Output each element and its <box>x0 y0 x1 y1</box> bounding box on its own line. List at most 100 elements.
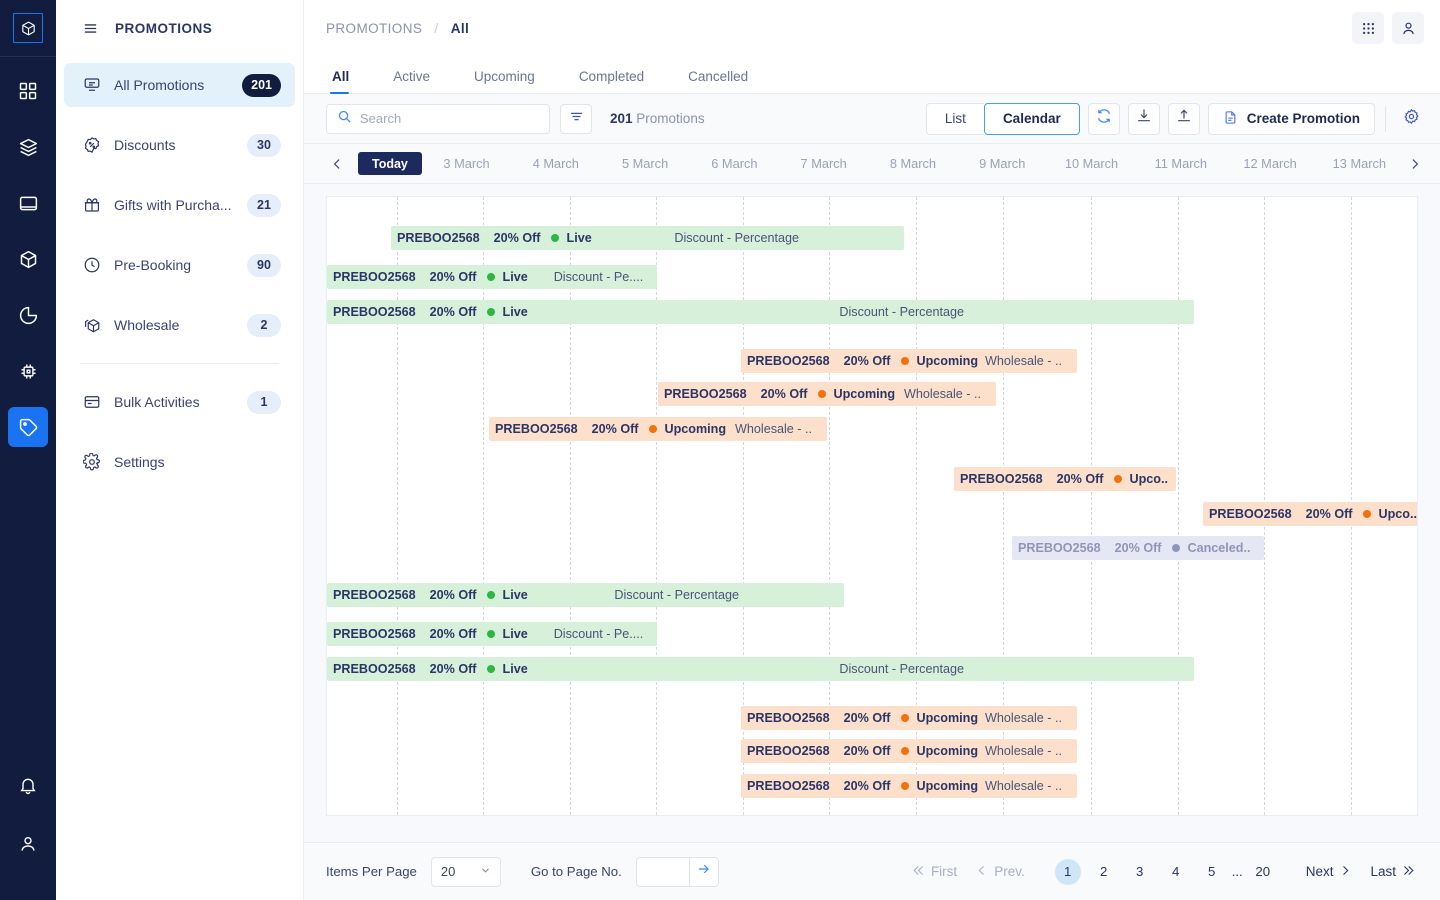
rail-item-catalog[interactable] <box>8 127 48 167</box>
promotion-discount: 20% Off <box>429 270 477 284</box>
sidebar-item-bulk-activities[interactable]: Bulk Activities 1 <box>64 380 295 424</box>
promotion-bar[interactable]: PREBOO2568 20% Off Upcoming Wholesale - .. <box>489 417 827 441</box>
sidebar-item-label: Bulk Activities <box>114 394 200 410</box>
date-cell[interactable]: 10 March <box>1047 156 1136 171</box>
sidebar-item-settings[interactable]: Settings <box>64 440 295 484</box>
app-logo[interactable] <box>0 0 56 57</box>
profile-user-icon[interactable] <box>1392 12 1424 44</box>
promotion-discount: 20% Off <box>429 662 477 676</box>
promotion-bar[interactable]: PREBOO2568 20% Off Upcoming Wholesale - .. <box>741 774 1077 798</box>
promotion-status: Live <box>502 627 528 641</box>
items-per-page-value: 20 <box>440 864 456 879</box>
refresh-button[interactable] <box>1087 102 1120 135</box>
hamburger-icon[interactable] <box>82 20 99 37</box>
calendar-grid[interactable]: PREBOO2568 20% Off Live Discount - Percenta… <box>326 196 1418 816</box>
create-promotion-button[interactable]: Create Promotion <box>1207 102 1375 135</box>
rail-item-promotions[interactable] <box>8 407 48 447</box>
promotion-bar[interactable]: PREBOO2568 20% Off Live Discount - Percenta… <box>327 300 1194 324</box>
rail-item-content[interactable] <box>8 183 48 223</box>
date-cell[interactable]: 12 March <box>1225 156 1314 171</box>
today-button[interactable]: Today <box>358 152 422 175</box>
view-toggle: List Calendar <box>925 102 1080 135</box>
sidebar-item-label: Pre-Booking <box>114 257 192 273</box>
toolbar-settings-button[interactable] <box>1396 104 1426 134</box>
sidebar-item-wholesale[interactable]: Wholesale 2 <box>64 303 295 347</box>
promotion-bar[interactable]: PREBOO2568 20% Off Live Discount - Percenta… <box>327 657 1194 681</box>
status-dot <box>486 630 495 638</box>
filter-icon <box>569 109 584 129</box>
download-button[interactable] <box>1127 102 1160 135</box>
toolbar-actions: List Calendar Create Promotion <box>925 102 1426 135</box>
promotion-bar[interactable]: PREBOO2568 20% Off Live Discount - Percenta… <box>391 226 904 250</box>
tab-cancelled[interactable]: Cancelled <box>666 69 770 93</box>
promotion-discount: 20% Off <box>843 779 891 793</box>
page-first-button[interactable]: First <box>903 864 966 880</box>
page-ellipsis: ... <box>1231 864 1243 879</box>
rail-item-account[interactable] <box>8 824 48 864</box>
date-cell[interactable]: 8 March <box>868 156 957 171</box>
promotion-bar[interactable]: PREBOO2568 20% Off Upcoming Wholesale - .. <box>658 382 996 406</box>
promotion-bar[interactable]: PREBOO2568 20% Off Upcoming Wholesale - .. <box>741 706 1077 730</box>
search-box[interactable] <box>326 103 550 134</box>
page-number-last[interactable]: 20 <box>1250 859 1276 885</box>
page-number[interactable]: 3 <box>1127 859 1153 885</box>
date-cell[interactable]: 6 March <box>690 156 779 171</box>
filter-button[interactable] <box>560 103 592 134</box>
date-cell[interactable]: 11 March <box>1136 156 1225 171</box>
view-calendar-button[interactable]: Calendar <box>983 102 1080 135</box>
page-number[interactable]: 5 <box>1199 859 1225 885</box>
grid-apps-icon[interactable] <box>1352 12 1384 44</box>
goto-page-submit[interactable] <box>688 856 719 887</box>
goto-page-input[interactable] <box>635 856 689 887</box>
create-promotion-label: Create Promotion <box>1246 111 1360 126</box>
sidebar-item-pre-booking[interactable]: Pre-Booking 90 <box>64 243 295 287</box>
tab-completed[interactable]: Completed <box>557 69 666 93</box>
promotion-bar[interactable]: PREBOO2568 20% Off Upcoming Wholesale - .. <box>741 739 1077 763</box>
promotion-status: Live <box>502 588 528 602</box>
date-cell[interactable]: 3 March <box>422 156 511 171</box>
date-cell[interactable]: 7 March <box>779 156 868 171</box>
view-list-button[interactable]: List <box>925 102 984 135</box>
promotion-code: PREBOO2568 <box>664 387 747 401</box>
date-cell[interactable]: 5 March <box>600 156 689 171</box>
date-cell[interactable]: 13 March <box>1315 156 1404 171</box>
sidebar-item-discounts[interactable]: Discounts 30 <box>64 123 295 167</box>
rail-item-automation[interactable] <box>8 351 48 391</box>
promotion-status: Live <box>566 231 592 245</box>
page-prev-button[interactable]: Prev. <box>966 864 1034 880</box>
date-cell[interactable]: 9 March <box>958 156 1047 171</box>
promotion-bar[interactable]: PREBOO2568 20% Off Canceled.. <box>1012 536 1264 560</box>
search-input[interactable] <box>360 111 539 126</box>
rail-item-inventory[interactable] <box>8 239 48 279</box>
page-last-button[interactable]: Last <box>1361 864 1424 880</box>
chevron-left-icon[interactable] <box>326 150 348 178</box>
page-next-button[interactable]: Next <box>1297 864 1362 880</box>
status-dot <box>550 234 559 242</box>
rail-item-analytics[interactable] <box>8 295 48 335</box>
status-dot <box>817 390 826 398</box>
sidebar-item-count: 90 <box>247 253 281 277</box>
sidebar-item-all-promotions[interactable]: All Promotions 201 <box>64 63 295 107</box>
promotion-bar[interactable]: PREBOO2568 20% Off Upcoming Wholesale - .. <box>741 349 1077 373</box>
sidebar-item-gifts-with-purchase[interactable]: Gifts with Purcha... 21 <box>64 183 295 227</box>
rail-item-dashboard[interactable] <box>8 71 48 111</box>
tab-upcoming[interactable]: Upcoming <box>452 69 557 93</box>
promotion-bar[interactable]: PREBOO2568 20% Off Live Discount - Pe.... <box>327 622 657 646</box>
tab-active[interactable]: Active <box>371 69 452 93</box>
promotion-bar[interactable]: PREBOO2568 20% Off Live Discount - Percenta… <box>327 583 844 607</box>
page-number[interactable]: 1 <box>1054 858 1081 885</box>
promotion-discount: 20% Off <box>843 744 891 758</box>
tab-all[interactable]: All <box>326 69 371 94</box>
upload-button[interactable] <box>1167 102 1200 135</box>
chevron-right-icon[interactable] <box>1404 150 1426 178</box>
page-number[interactable]: 4 <box>1163 859 1189 885</box>
promotion-bar[interactable]: PREBOO2568 20% Off Upco.. <box>954 467 1176 491</box>
page-number[interactable]: 2 <box>1091 859 1117 885</box>
date-cell[interactable]: 4 March <box>511 156 600 171</box>
breadcrumb-root[interactable]: PROMOTIONS <box>326 21 422 36</box>
promotion-bar[interactable]: PREBOO2568 20% Off Live Discount - Pe.... <box>327 265 657 289</box>
items-per-page-select[interactable]: 20 <box>430 856 501 887</box>
promotion-status: Upcoming <box>916 711 979 725</box>
promotion-bar[interactable]: PREBOO2568 20% Off Upco.. <box>1203 502 1417 526</box>
rail-item-notifications[interactable] <box>8 766 48 806</box>
